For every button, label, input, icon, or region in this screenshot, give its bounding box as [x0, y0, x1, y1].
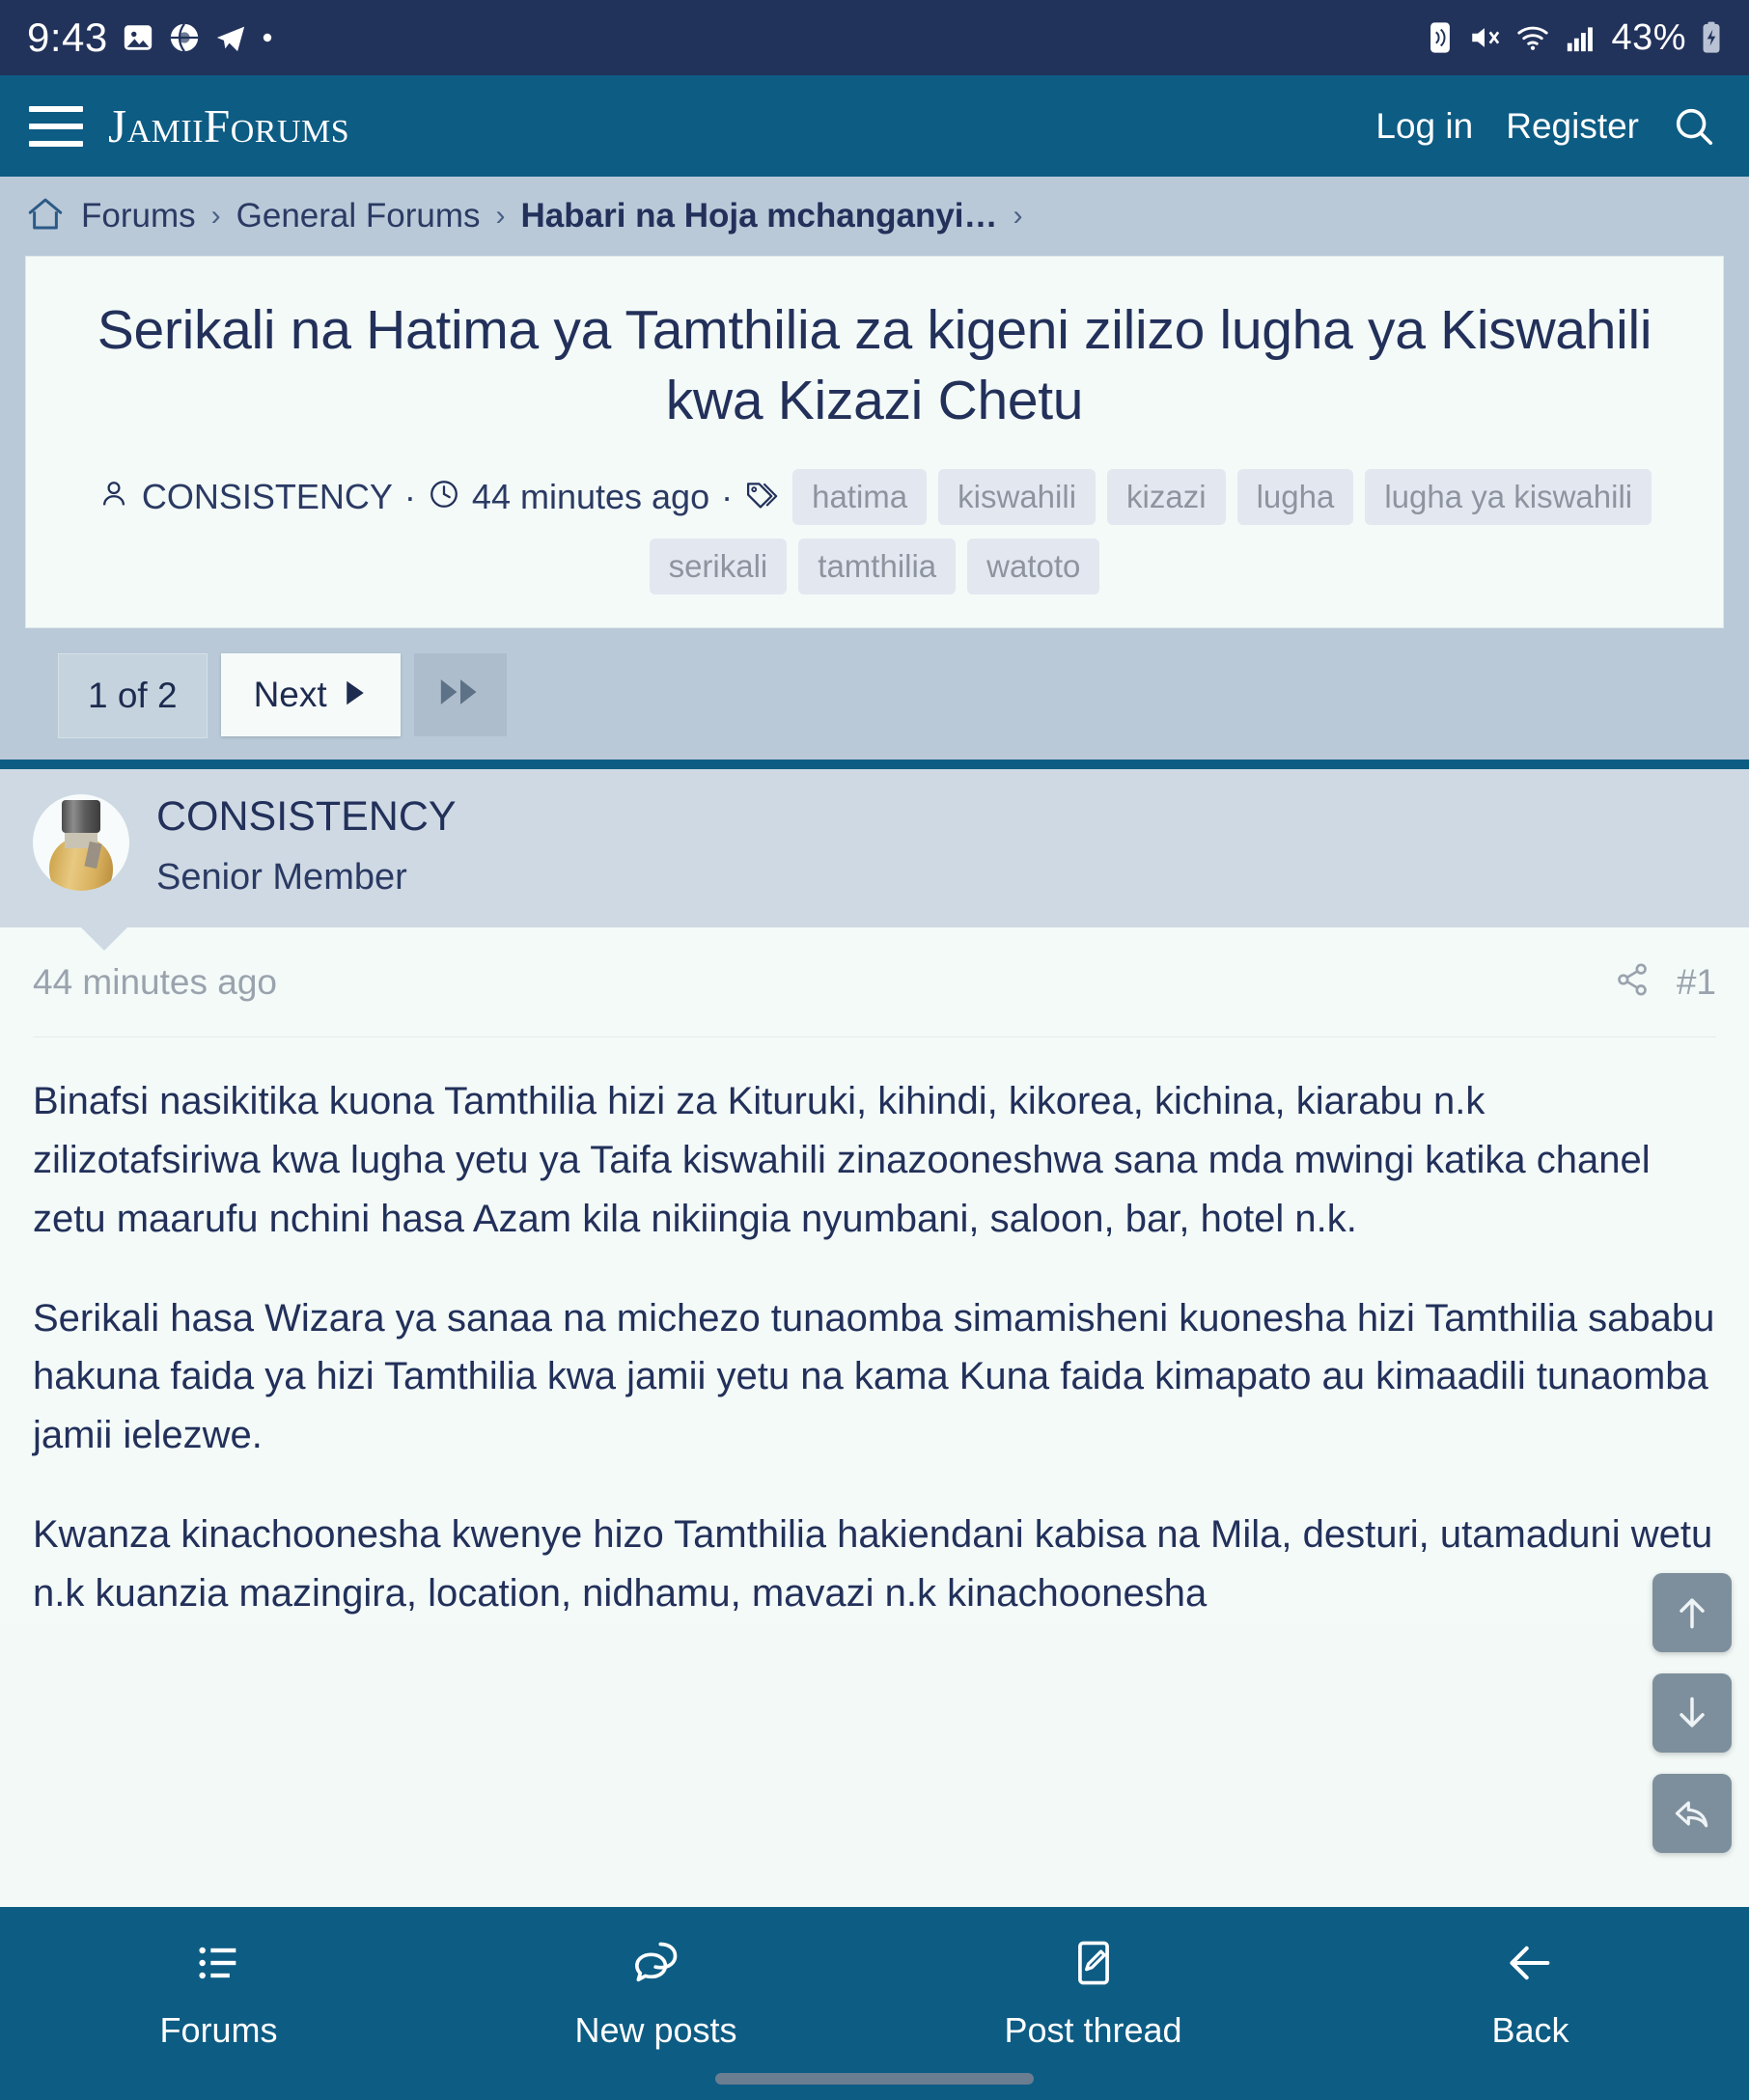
home-indicator: [715, 2073, 1034, 2085]
next-page-label: Next: [253, 674, 327, 714]
status-bar-left: 9:43: [27, 14, 274, 61]
page-count: 1 of 2: [58, 652, 208, 738]
brand-logo[interactable]: JamiiForums: [108, 98, 349, 153]
header-left: JamiiForums: [29, 98, 349, 153]
post-timestamp[interactable]: 44 minutes ago: [33, 962, 277, 1003]
thread-tag[interactable]: watoto: [967, 538, 1100, 594]
thread-time: 44 minutes ago: [471, 476, 710, 516]
signal-icon: [1564, 21, 1598, 54]
thread-tag[interactable]: lugha: [1236, 468, 1354, 525]
battery-charging-icon: [1699, 21, 1724, 54]
bottom-nav: Forums New posts Post thread Back: [0, 1907, 1749, 2100]
post-paragraph: Kwanza kinachoonesha kwenye hizo Tamthil…: [33, 1512, 1713, 1615]
post-header: 44 minutes ago #1: [33, 960, 1716, 1036]
dot-icon: [261, 31, 274, 44]
login-link[interactable]: Log in: [1375, 106, 1473, 147]
floating-action-buttons: [1652, 1573, 1732, 1853]
post-paragraph: Binafsi nasikitika kuona Tamthilia hizi …: [33, 1080, 1651, 1240]
avatar[interactable]: [33, 793, 129, 891]
status-bar: 9:43 43%: [0, 0, 1749, 75]
thread-tag[interactable]: lugha ya kiswahili: [1365, 468, 1652, 525]
thread-tag[interactable]: serikali: [649, 538, 788, 594]
post-author-bar: CONSISTENCY Senior Member: [0, 768, 1749, 952]
hamburger-menu-icon[interactable]: [29, 105, 83, 147]
post-header-actions: #1: [1613, 960, 1716, 1004]
status-time: 9:43: [27, 14, 108, 60]
scroll-to-top-button[interactable]: [1652, 1573, 1732, 1652]
nav-label: Back: [1491, 2010, 1569, 2050]
post-number[interactable]: #1: [1677, 962, 1716, 1003]
thread-card: Serikali na Hatima ya Tamthilia za kigen…: [25, 256, 1724, 628]
scroll-to-bottom-button[interactable]: [1652, 1673, 1732, 1753]
globe-icon: [168, 21, 201, 54]
nav-label: Forums: [159, 2010, 278, 2050]
post-message: Binafsi nasikitika kuona Tamthilia hizi …: [33, 1037, 1716, 1622]
list-icon: [194, 1938, 244, 1993]
thread-tag[interactable]: tamthilia: [798, 538, 957, 594]
app-screen: 9:43 43% JamiiForums Log in Register For…: [0, 0, 1749, 2100]
post-author-rank: Senior Member: [156, 857, 407, 898]
thread-tag[interactable]: kiswahili: [938, 468, 1097, 525]
thread-author[interactable]: CONSISTENCY: [142, 477, 393, 517]
nav-label: Post thread: [1004, 2010, 1182, 2050]
post-paragraph: Serikali hasa Wizara ya sanaa na michezo…: [33, 1296, 1715, 1457]
nav-item-back[interactable]: Back: [1312, 1907, 1749, 2051]
app-header: JamiiForums Log in Register: [0, 75, 1749, 177]
header-right: Log in Register: [1375, 104, 1716, 149]
search-icon[interactable]: [1672, 104, 1716, 149]
mute-icon: [1467, 21, 1502, 54]
arrow-left-icon: [1506, 1938, 1556, 1993]
clock-icon: [428, 478, 460, 515]
triangle-right-icon: [343, 675, 368, 715]
breadcrumb: Forums › General Forums › Habari na Hoja…: [0, 177, 1749, 256]
breadcrumb-separator: ›: [1013, 200, 1023, 232]
thread-stage: Serikali na Hatima ya Tamthilia za kigen…: [0, 256, 1749, 760]
thread-meta: CONSISTENCY · 44 minutes ago · hatima ki…: [55, 468, 1694, 594]
meta-separator: ·: [403, 476, 416, 516]
status-bar-right: 43%: [1426, 17, 1724, 59]
user-icon: [97, 478, 130, 515]
compose-icon: [1069, 1938, 1119, 1993]
next-page-button[interactable]: Next: [220, 652, 401, 736]
nav-item-forums[interactable]: Forums: [0, 1907, 437, 2051]
post-top-rule: [0, 759, 1749, 769]
last-page-button[interactable]: [413, 652, 507, 736]
page-title: Serikali na Hatima ya Tamthilia za kigen…: [97, 299, 1652, 431]
meta-separator: ·: [721, 476, 734, 516]
nav-label: New posts: [574, 2010, 737, 2050]
breadcrumb-separator: ›: [495, 200, 506, 232]
post-body: 44 minutes ago #1 Binafsi nasikitika kuo…: [0, 927, 1749, 1623]
telegram-icon: [214, 21, 247, 54]
speech-notch: [79, 926, 129, 952]
thread-tag[interactable]: hatima: [792, 468, 928, 525]
nav-item-new-posts[interactable]: New posts: [437, 1907, 874, 2051]
thread-tag[interactable]: kizazi: [1107, 468, 1226, 525]
breadcrumb-item-general-forums[interactable]: General Forums: [236, 197, 481, 235]
breadcrumb-separator: ›: [210, 200, 221, 232]
home-icon[interactable]: [25, 194, 66, 239]
fast-forward-icon: [439, 675, 482, 715]
nfc-icon: [1426, 21, 1455, 54]
post-author-name[interactable]: CONSISTENCY: [156, 793, 457, 840]
nav-item-post-thread[interactable]: Post thread: [874, 1907, 1312, 2051]
wifi-icon: [1514, 21, 1551, 54]
battery-percent: 43%: [1611, 16, 1686, 58]
breadcrumb-item-current[interactable]: Habari na Hoja mchanganyi…: [521, 197, 998, 235]
tag-icon: [744, 478, 781, 515]
post-author-block: CONSISTENCY Senior Member: [156, 793, 457, 898]
image-icon: [122, 21, 154, 54]
breadcrumb-item-forums[interactable]: Forums: [81, 197, 196, 235]
pagination: 1 of 2 Next: [25, 628, 1724, 760]
reply-button[interactable]: [1652, 1774, 1732, 1853]
comments-icon: [631, 1938, 681, 1993]
register-link[interactable]: Register: [1506, 106, 1639, 147]
share-icon[interactable]: [1613, 960, 1652, 1004]
